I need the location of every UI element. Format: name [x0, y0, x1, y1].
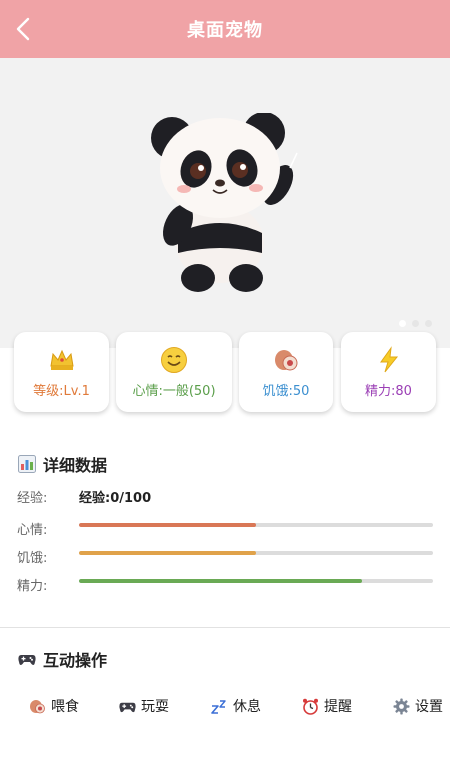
- stat-card-hunger[interactable]: 饥饿:50: [239, 332, 333, 412]
- details-heading: 详细数据: [18, 452, 107, 476]
- pet-display[interactable]: [0, 58, 450, 348]
- carousel-dot[interactable]: [399, 320, 406, 327]
- alarm-clock-icon: [303, 698, 318, 715]
- hunger-progress-fill: [79, 551, 256, 555]
- lightning-icon: [379, 345, 398, 372]
- carousel-dot[interactable]: [412, 320, 419, 327]
- section-divider: [0, 627, 450, 628]
- stat-card-level[interactable]: 等级:Lv.1: [14, 332, 109, 412]
- mood-progress-bar: [79, 523, 433, 527]
- actions-heading: 互动操作: [18, 647, 107, 671]
- gamepad-icon: [119, 702, 136, 712]
- gear-icon: [393, 698, 410, 714]
- bar-chart-icon: [18, 455, 36, 473]
- settings-button[interactable]: 设置: [393, 692, 443, 720]
- energy-bar-label: 精力:: [17, 579, 48, 594]
- gamepad-icon: [18, 655, 36, 665]
- actions-title: 互动操作: [43, 651, 108, 670]
- level-label: 等级:Lv.1: [33, 383, 90, 399]
- mood-bar-label: 心情:: [17, 523, 48, 538]
- reminder-label: 提醒: [324, 699, 352, 715]
- energy-label: 精力:80: [365, 383, 412, 399]
- mood-progress-fill: [79, 523, 256, 527]
- actions-row: 喂食 玩耍 休息 提醒 设置: [0, 692, 450, 722]
- play-button[interactable]: 玩耍: [119, 692, 169, 720]
- sleep-icon: [211, 699, 226, 714]
- exp-label: 经验:: [17, 491, 48, 506]
- settings-label: 设置: [415, 699, 443, 715]
- rest-label: 休息: [233, 699, 261, 715]
- header-bar: 桌面宠物: [0, 0, 450, 58]
- feed-label: 喂食: [51, 699, 79, 715]
- hunger-label: 饥饿:50: [262, 383, 310, 399]
- meat-icon: [275, 349, 298, 370]
- feed-button[interactable]: 喂食: [29, 692, 79, 720]
- rest-button[interactable]: 休息: [211, 692, 261, 720]
- mood-label: 心情:一般(50): [132, 383, 216, 399]
- stats-row: 等级:Lv.1 心情:一般(50) 饥饿:50 精力:80: [14, 332, 436, 412]
- smile-icon: [161, 346, 187, 373]
- stat-card-mood[interactable]: 心情:一般(50): [116, 332, 232, 412]
- energy-progress-bar: [79, 579, 433, 583]
- carousel-dot[interactable]: [425, 320, 432, 327]
- play-label: 玩耍: [141, 699, 169, 715]
- crown-icon: [49, 349, 74, 370]
- carousel-indicator[interactable]: [399, 320, 432, 327]
- energy-progress-fill: [79, 579, 363, 583]
- back-arrow-icon[interactable]: [12, 16, 36, 42]
- hunger-bar-label: 饥饿:: [17, 551, 48, 566]
- details-title: 详细数据: [43, 456, 108, 475]
- stat-card-energy[interactable]: 精力:80: [341, 332, 436, 412]
- meat-icon: [30, 699, 45, 713]
- exp-value: 经验:0/100: [79, 491, 152, 506]
- panda-pet-image[interactable]: [140, 113, 310, 298]
- hunger-progress-bar: [79, 551, 433, 555]
- page-title: 桌面宠物: [187, 20, 263, 41]
- reminder-button[interactable]: 提醒: [302, 692, 352, 720]
